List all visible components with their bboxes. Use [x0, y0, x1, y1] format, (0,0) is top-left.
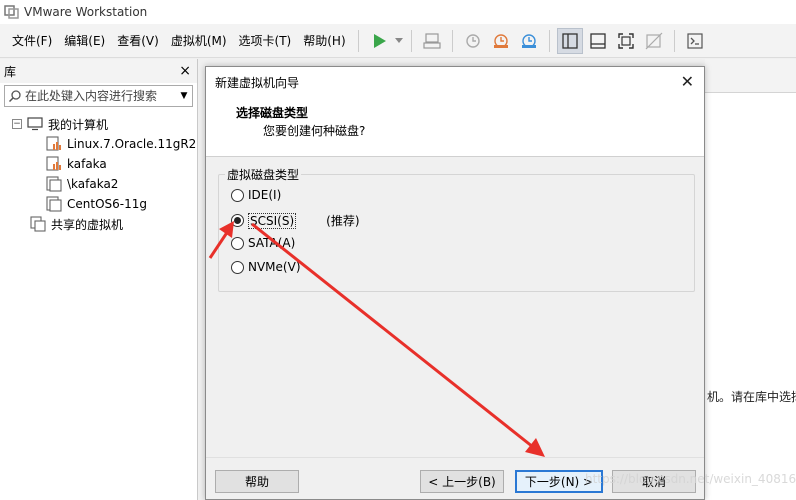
home-tab-area — [705, 59, 796, 500]
window-titlebar: VMware Workstation — [0, 0, 796, 24]
radio-ide[interactable]: IDE(I) — [231, 188, 281, 202]
thumbnail-bar-button[interactable] — [585, 28, 611, 54]
computer-icon — [27, 116, 43, 132]
radio-sata[interactable]: SATA(A) — [231, 236, 295, 250]
toolbar-separator — [451, 29, 453, 52]
power-dropdown-button[interactable] — [393, 28, 405, 54]
search-icon — [5, 89, 25, 103]
radio-dot — [234, 217, 241, 224]
power-on-button[interactable] — [366, 28, 392, 54]
radio-button[interactable] — [231, 236, 244, 250]
vmware-logo-icon — [4, 5, 19, 19]
menu-file[interactable]: 文件(F) — [6, 30, 58, 52]
vm-icon — [46, 176, 62, 192]
terminal-icon — [687, 32, 703, 49]
toolbar-separator — [548, 29, 550, 52]
menu-edit[interactable]: 编辑(E) — [58, 30, 111, 52]
unity-button[interactable] — [641, 28, 667, 54]
unity-disabled-icon — [645, 32, 663, 49]
tree-item-label: 共享的虚拟机 — [51, 217, 124, 232]
radio-button[interactable] — [231, 260, 244, 274]
revert-clock-icon — [493, 33, 508, 48]
watermark-text: https://blog.csdn.net/weixin_40816738 — [585, 472, 796, 486]
full-screen-button[interactable] — [613, 28, 639, 54]
page-heading: 选择磁盘类型 — [236, 106, 309, 120]
radio-label: SATA(A) — [248, 236, 296, 250]
background-hint-text: 机。请在库中选择 — [707, 390, 796, 404]
menu-help[interactable]: 帮助(H) — [297, 30, 351, 52]
vm-icon — [46, 196, 62, 212]
tree-item-my-computer[interactable]: − 我的计算机 — [0, 114, 197, 134]
bottom-panel-icon — [589, 32, 606, 49]
radio-label: NVMe(V) — [248, 260, 301, 274]
radio-label: SCSI(S) — [248, 212, 297, 229]
shared-vm-icon — [30, 216, 46, 232]
back-button[interactable]: < 上一步(B) — [420, 470, 504, 493]
tree-item-vm[interactable]: CentOS6-11g — [0, 194, 197, 214]
menubar: 文件(F) 编辑(E) 查看(V) 虚拟机(M) 选项卡(T) 帮助(H) — [0, 24, 796, 58]
dialog-header: 选择磁盘类型 您要创建何种磁盘? — [206, 97, 704, 157]
search-dropdown-icon[interactable]: ▼ — [176, 91, 192, 101]
page-subheading: 您要创建何种磁盘? — [263, 124, 366, 138]
sidebar-icon — [561, 32, 578, 49]
toolbar-separator — [410, 29, 412, 52]
group-label: 虚拟磁盘类型 — [225, 166, 302, 183]
console-view-button[interactable] — [682, 28, 708, 54]
disk-type-group: 虚拟磁盘类型 IDE(I) SCSI(S) (推荐) SATA(A) NVMe(… — [218, 166, 695, 292]
menu-view[interactable]: 查看(V) — [111, 30, 165, 52]
revert-snapshot-button[interactable] — [488, 28, 514, 54]
dialog-title: 新建虚拟机向导 — [215, 75, 300, 90]
tree-item-vm[interactable]: kafaka — [0, 154, 197, 174]
menu-vm[interactable]: 虚拟机(M) — [165, 30, 233, 52]
search-input[interactable] — [25, 89, 176, 103]
dialog-titlebar: 新建虚拟机向导 ✕ — [206, 67, 704, 97]
tree-item-label: CentOS6-11g — [67, 197, 147, 211]
library-header: 库 × — [0, 59, 197, 83]
radio-nvme[interactable]: NVMe(V) — [231, 260, 301, 274]
tree-item-label: kafaka — [67, 157, 107, 171]
collapse-icon[interactable]: − — [12, 119, 22, 129]
dialog-close-button[interactable]: ✕ — [681, 74, 694, 90]
tree-item-vm[interactable]: Linux.7.Oracle.11gR2 — [0, 134, 197, 154]
radio-button[interactable] — [231, 188, 244, 202]
library-close-button[interactable]: × — [179, 64, 191, 78]
recommended-note: (推荐) — [326, 214, 360, 228]
fullscreen-icon — [617, 32, 634, 49]
take-snapshot-button[interactable] — [460, 28, 486, 54]
clock-icon — [465, 33, 480, 48]
tree-item-label: \kafaka2 — [67, 177, 119, 191]
vm-running-icon — [46, 156, 62, 172]
snapshot-manager-icon — [521, 33, 536, 48]
library-title: 库 — [4, 64, 17, 79]
keyboard-icon — [423, 32, 441, 49]
vm-running-icon — [46, 136, 62, 152]
send-ctrl-alt-del-button[interactable] — [419, 28, 445, 54]
tab-strip — [705, 59, 796, 93]
toolbar-separator — [357, 29, 359, 52]
help-button[interactable]: 帮助 — [215, 470, 299, 493]
tree-item-label: Linux.7.Oracle.11gR2 — [67, 137, 197, 151]
snapshot-manager-button[interactable] — [516, 28, 542, 54]
tree-item-label: 我的计算机 — [48, 117, 109, 132]
window-title: VMware Workstation — [24, 5, 148, 19]
menu-tabs[interactable]: 选项卡(T) — [233, 30, 298, 52]
library-search[interactable]: ▼ — [4, 85, 193, 107]
tree-item-vm[interactable]: \kafaka2 — [0, 174, 197, 194]
new-vm-wizard-dialog: 新建虚拟机向导 ✕ 选择磁盘类型 您要创建何种磁盘? 虚拟磁盘类型 IDE(I)… — [205, 66, 705, 500]
show-library-button[interactable] — [556, 27, 583, 54]
play-icon — [373, 33, 386, 48]
library-panel: 库 × ▼ − 我的计算机 Linux.7.Oracle.11gR2 kafak — [0, 59, 198, 500]
tree-item-shared-vms[interactable]: 共享的虚拟机 — [0, 214, 197, 234]
radio-scsi[interactable]: SCSI(S) (推荐) — [231, 212, 360, 229]
chevron-down-icon — [394, 37, 403, 43]
toolbar-separator — [673, 29, 675, 52]
radio-label: IDE(I) — [248, 188, 282, 202]
library-tree: − 我的计算机 Linux.7.Oracle.11gR2 kafaka \kaf… — [0, 114, 197, 234]
radio-button-selected[interactable] — [231, 214, 244, 227]
